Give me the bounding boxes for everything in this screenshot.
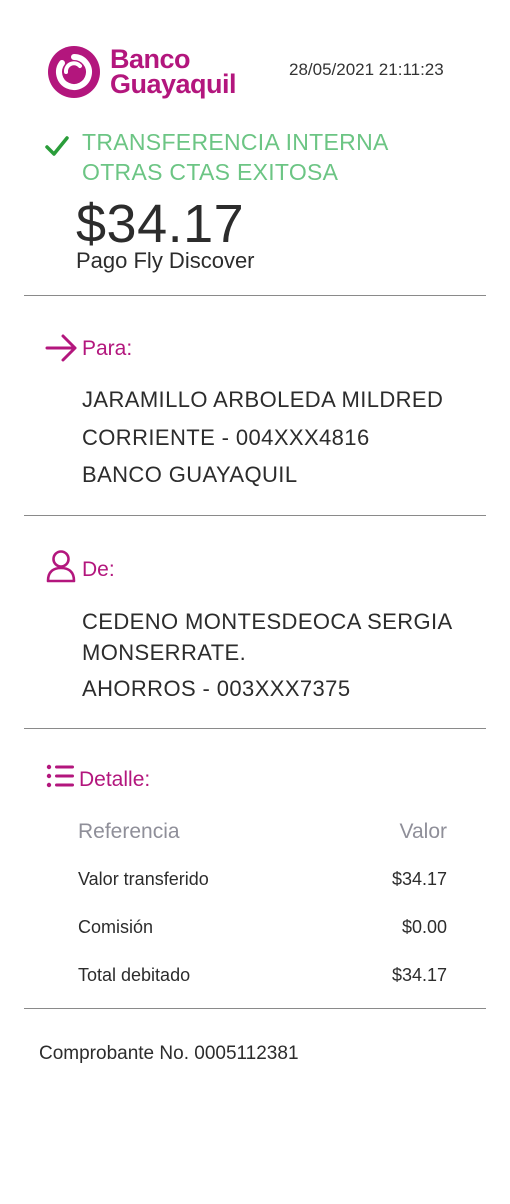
transfer-amount: $34.17 [76,194,245,254]
table-cell-val: $0.00 [401,917,447,937]
divider [24,295,486,296]
check-icon [45,136,69,156]
transaction-datetime: 28/05/2021 21:11:23 [289,60,444,79]
table-header-ref: Referencia [78,820,180,843]
recipient-name: JARAMILLO ARBOLEDA MILDRED [82,387,444,412]
brand-name: Banco Guayaquil [110,46,237,99]
brand-line-2: Guayaquil [110,69,237,99]
table-cell-val: $34.17 [391,965,447,985]
status-line-2: OTRAS CTAS EXITOSA [82,159,339,185]
table-cell-ref: Comisión [78,917,154,937]
bank-logo-icon [48,46,100,98]
table-cell-val: $34.17 [391,869,447,889]
sender-name-cont: MONSERRATE. [82,640,247,665]
transfer-description: Pago Fly Discover [76,248,255,273]
table-cell-ref: Total debitado [78,965,191,985]
receipt-number: Comprobante No. 0005112381 [39,1043,299,1064]
list-icon [46,764,74,788]
recipient-bank: BANCO GUAYAQUIL [82,462,298,487]
sender-name: CEDENO MONTESDEOCA SERGIA [82,609,453,634]
sender-account: AHORROS - 003XXX7375 [82,676,351,701]
divider [24,1008,486,1009]
de-label: De: [82,558,115,581]
recipient-account: CORRIENTE - 004XXX4816 [82,425,370,450]
para-label: Para: [82,337,133,360]
status-line-1: TRANSFERENCIA INTERNA [82,129,389,155]
table-cell-ref: Valor transferido [78,869,209,889]
detalle-label: Detalle: [79,768,151,791]
user-icon [46,550,76,583]
table-header-val: Valor [399,820,447,843]
arrow-right-icon [45,334,77,362]
transfer-status: TRANSFERENCIA INTERNA OTRAS CTAS EXITOSA [82,127,422,187]
divider [24,728,486,729]
divider [24,515,486,516]
